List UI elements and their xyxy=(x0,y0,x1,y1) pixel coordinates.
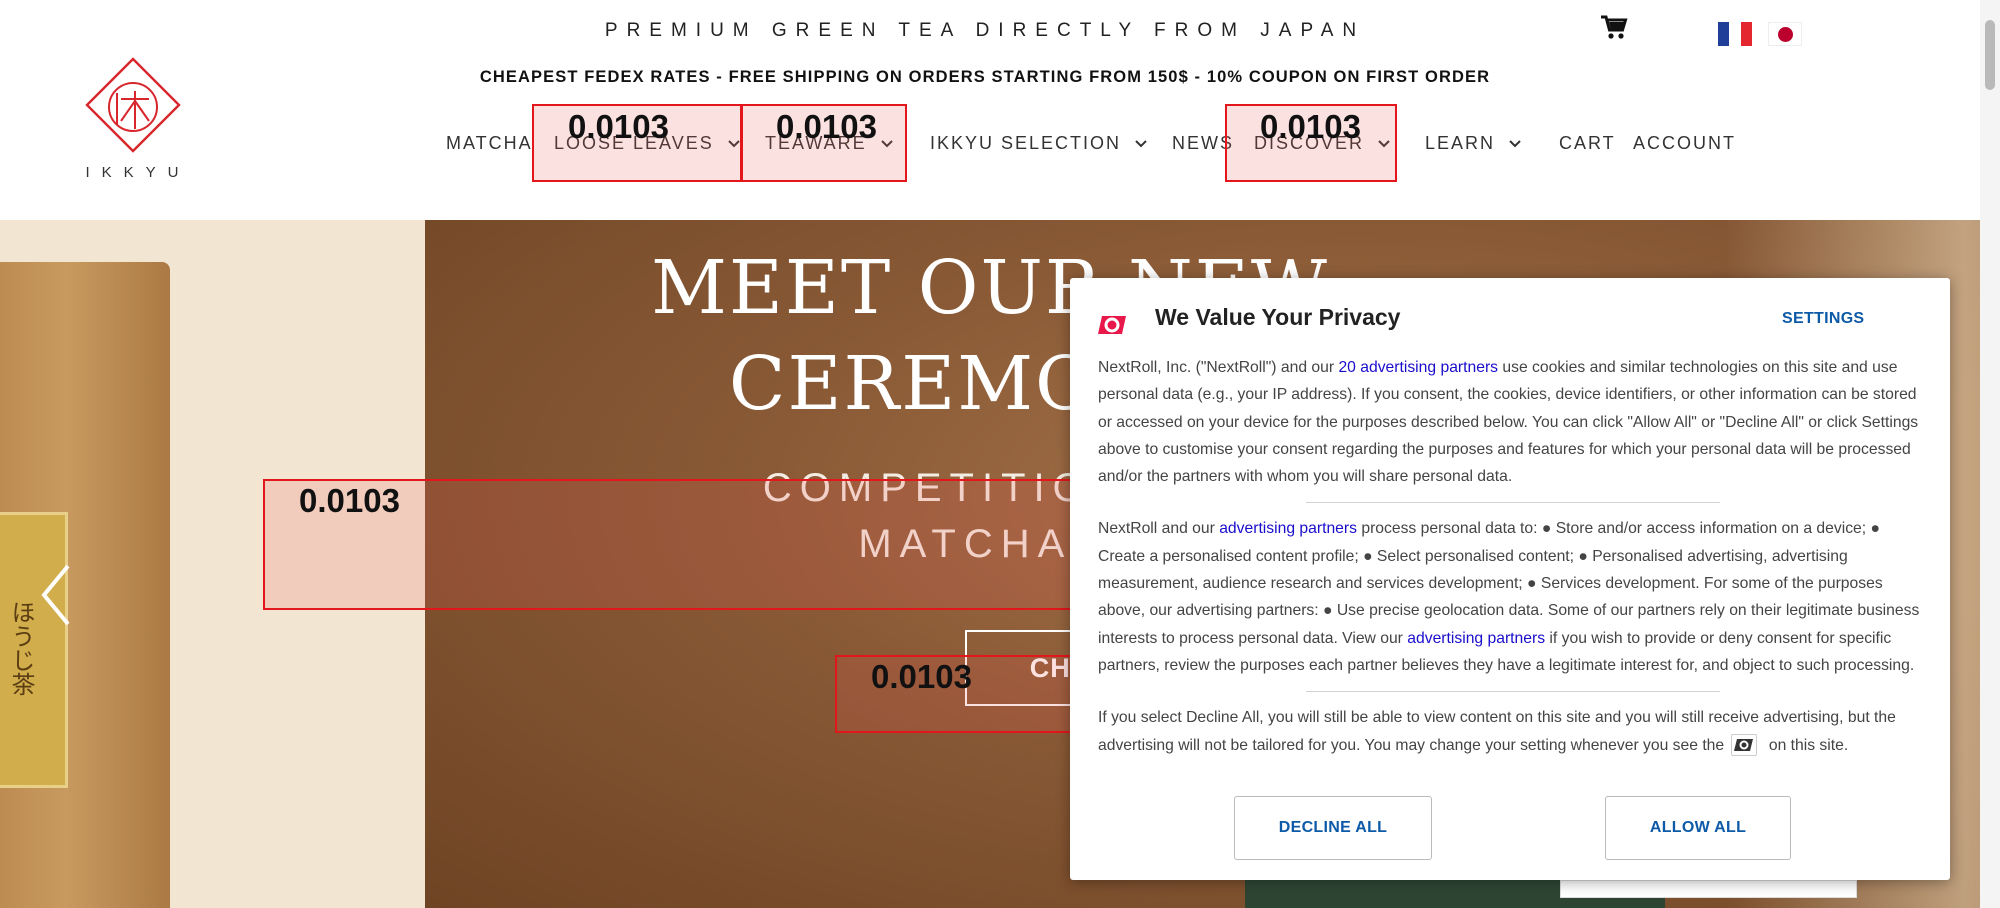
tea-bag-text: ほうじ茶 xyxy=(7,600,35,696)
privacy-paragraph-2: NextRoll and our advertising partners pr… xyxy=(1098,515,1928,679)
page-scrollbar[interactable] xyxy=(1980,0,2000,908)
advertising-partners-link[interactable]: advertising partners xyxy=(1407,630,1545,647)
chevron-down-icon xyxy=(1509,139,1521,147)
text: NextRoll and our xyxy=(1098,520,1220,538)
privacy-paragraph-1: NextRoll, Inc. ("NextRoll") and our 20 a… xyxy=(1098,354,1928,490)
text: use cookies and similar technologies on … xyxy=(1098,359,1919,486)
modal-body: NextRoll, Inc. ("NextRoll") and our 20 a… xyxy=(1098,354,1928,759)
nextroll-logo-icon[interactable] xyxy=(1730,734,1757,757)
nav-ikkyu-selection[interactable]: IKKYU SELECTION xyxy=(930,133,1147,154)
divider xyxy=(1306,691,1720,693)
nav-label: MATCHA xyxy=(446,133,533,153)
allow-all-button[interactable]: ALLOW ALL xyxy=(1605,796,1791,860)
nav-cart[interactable]: CART xyxy=(1559,133,1616,154)
privacy-paragraph-3: If you select Decline All, you will stil… xyxy=(1098,704,1928,759)
divider xyxy=(1306,502,1720,504)
partners-link[interactable]: 20 advertising partners xyxy=(1338,359,1498,376)
highlight-score: 0.0103 xyxy=(568,108,669,145)
nav-learn[interactable]: LEARN xyxy=(1425,133,1521,154)
logo-text: IKKYU xyxy=(85,164,191,181)
nav-matcha[interactable]: MATCHA xyxy=(446,133,533,154)
chevron-left-icon[interactable] xyxy=(36,560,76,630)
nextroll-logo-icon xyxy=(1098,316,1126,334)
nav-label: IKKYU SELECTION xyxy=(930,133,1122,153)
modal-title: We Value Your Privacy xyxy=(1155,304,1401,330)
highlight-score: 0.0103 xyxy=(776,108,877,145)
nav-label: LEARN xyxy=(1425,133,1496,153)
settings-link[interactable]: SETTINGS xyxy=(1782,310,1864,328)
header-icons xyxy=(1600,14,1820,54)
highlight-score: 0.0103 xyxy=(1260,108,1361,145)
highlight-score: 0.0103 xyxy=(299,482,400,519)
nav-account[interactable]: ACCOUNT xyxy=(1633,133,1736,154)
text: process personal data to: ● Store and/or… xyxy=(1098,520,1920,647)
hidden-widget-edge xyxy=(1560,880,1857,898)
site-logo[interactable]: IKKYU xyxy=(70,55,196,181)
flag-france-icon[interactable] xyxy=(1718,22,1752,46)
nav-label: CART xyxy=(1559,133,1616,153)
highlight-score: 0.0103 xyxy=(871,658,972,695)
cart-icon[interactable] xyxy=(1600,14,1628,42)
decline-all-button[interactable]: DECLINE ALL xyxy=(1234,796,1432,860)
shipping-promo: CHEAPEST FEDEX RATES - FREE SHIPPING ON … xyxy=(479,68,1491,86)
scrollbar-thumb[interactable] xyxy=(1985,20,1995,90)
text: NextRoll, Inc. ("NextRoll") and our xyxy=(1098,359,1339,376)
chevron-down-icon xyxy=(1135,139,1147,147)
flag-japan-icon[interactable] xyxy=(1768,22,1802,46)
nav-label: ACCOUNT xyxy=(1633,133,1736,153)
privacy-consent-modal: We Value Your Privacy SETTINGS NextRoll,… xyxy=(1070,278,1950,880)
advertising-partners-link[interactable]: advertising partners xyxy=(1219,520,1357,537)
text: on this site. xyxy=(1764,736,1849,754)
logo-emblem xyxy=(85,57,181,153)
